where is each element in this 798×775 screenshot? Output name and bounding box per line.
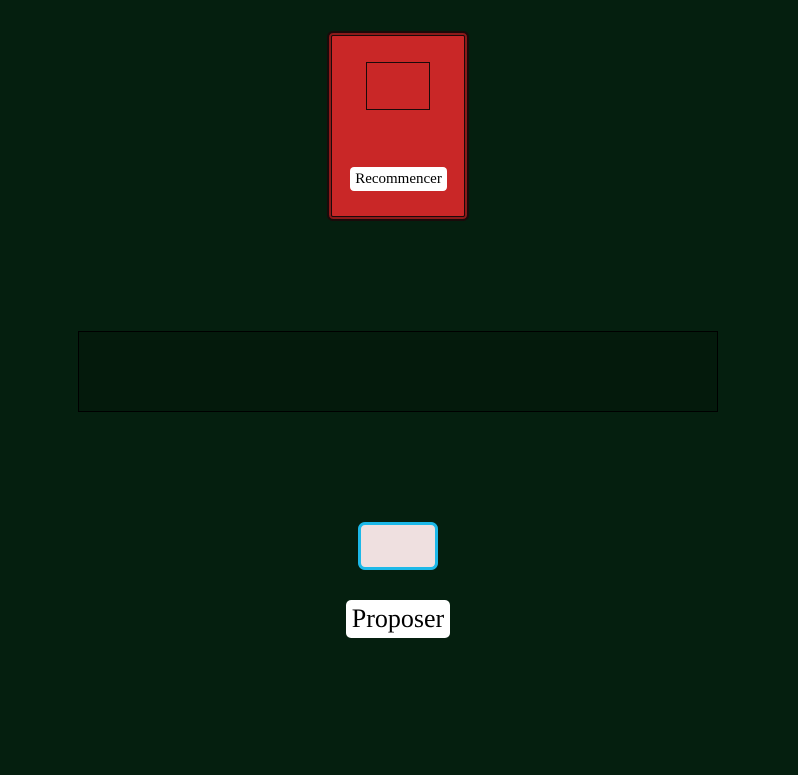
deck-card-window (366, 62, 430, 110)
game-board: { "deck": { "restart_label": "Recommence… (0, 0, 798, 775)
propose-button[interactable]: Proposer (346, 600, 450, 638)
card-deck[interactable]: Recommencer (327, 31, 469, 221)
hand-area (78, 331, 718, 412)
guess-input[interactable] (358, 522, 438, 570)
restart-button[interactable]: Recommencer (350, 167, 447, 191)
